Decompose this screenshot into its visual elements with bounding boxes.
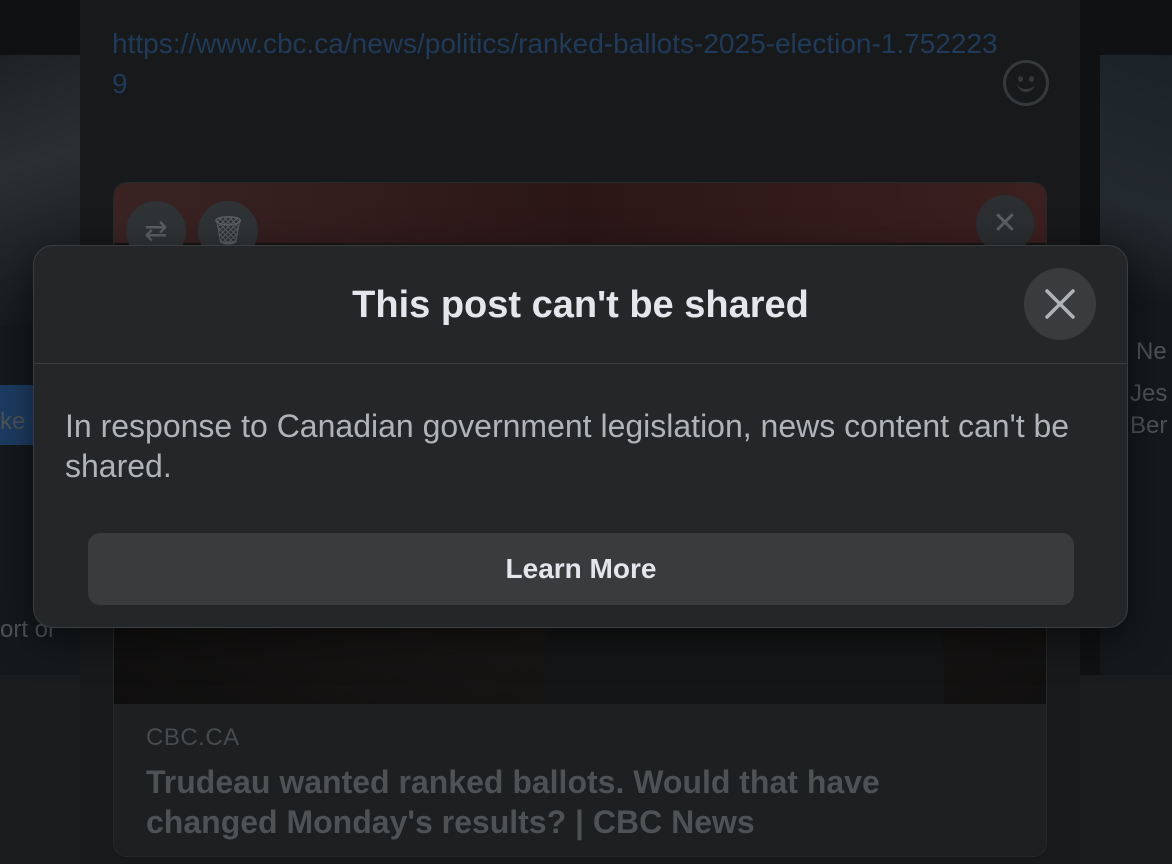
learn-more-button[interactable]: Learn More bbox=[88, 533, 1074, 605]
link-title: Trudeau wanted ranked ballots. Would tha… bbox=[146, 764, 880, 840]
screen: ke s ort or Ne Jes Ber https://www.cbc.c… bbox=[0, 0, 1172, 864]
right-card-text-3: Ber bbox=[1130, 412, 1168, 439]
right-card-text-1: Ne bbox=[1136, 338, 1167, 365]
composer-url-text: https://www.cbc.ca/news/politics/ranked-… bbox=[112, 28, 998, 99]
link-preview-meta: CBC.CA Trudeau wanted ranked ballots. Wo… bbox=[114, 704, 1046, 856]
dialog-header: This post can't be shared bbox=[34, 246, 1127, 364]
dialog-message: In response to Canadian government legis… bbox=[65, 408, 1070, 484]
right-card-text-2: Jes bbox=[1130, 380, 1168, 407]
close-icon bbox=[1045, 289, 1075, 319]
emoji-icon[interactable] bbox=[1003, 60, 1049, 106]
dialog-title: This post can't be shared bbox=[352, 284, 809, 326]
dialog-close-button[interactable] bbox=[1024, 268, 1096, 340]
share-blocked-dialog: This post can't be shared In response to… bbox=[33, 245, 1128, 628]
link-domain: CBC.CA bbox=[146, 724, 240, 751]
